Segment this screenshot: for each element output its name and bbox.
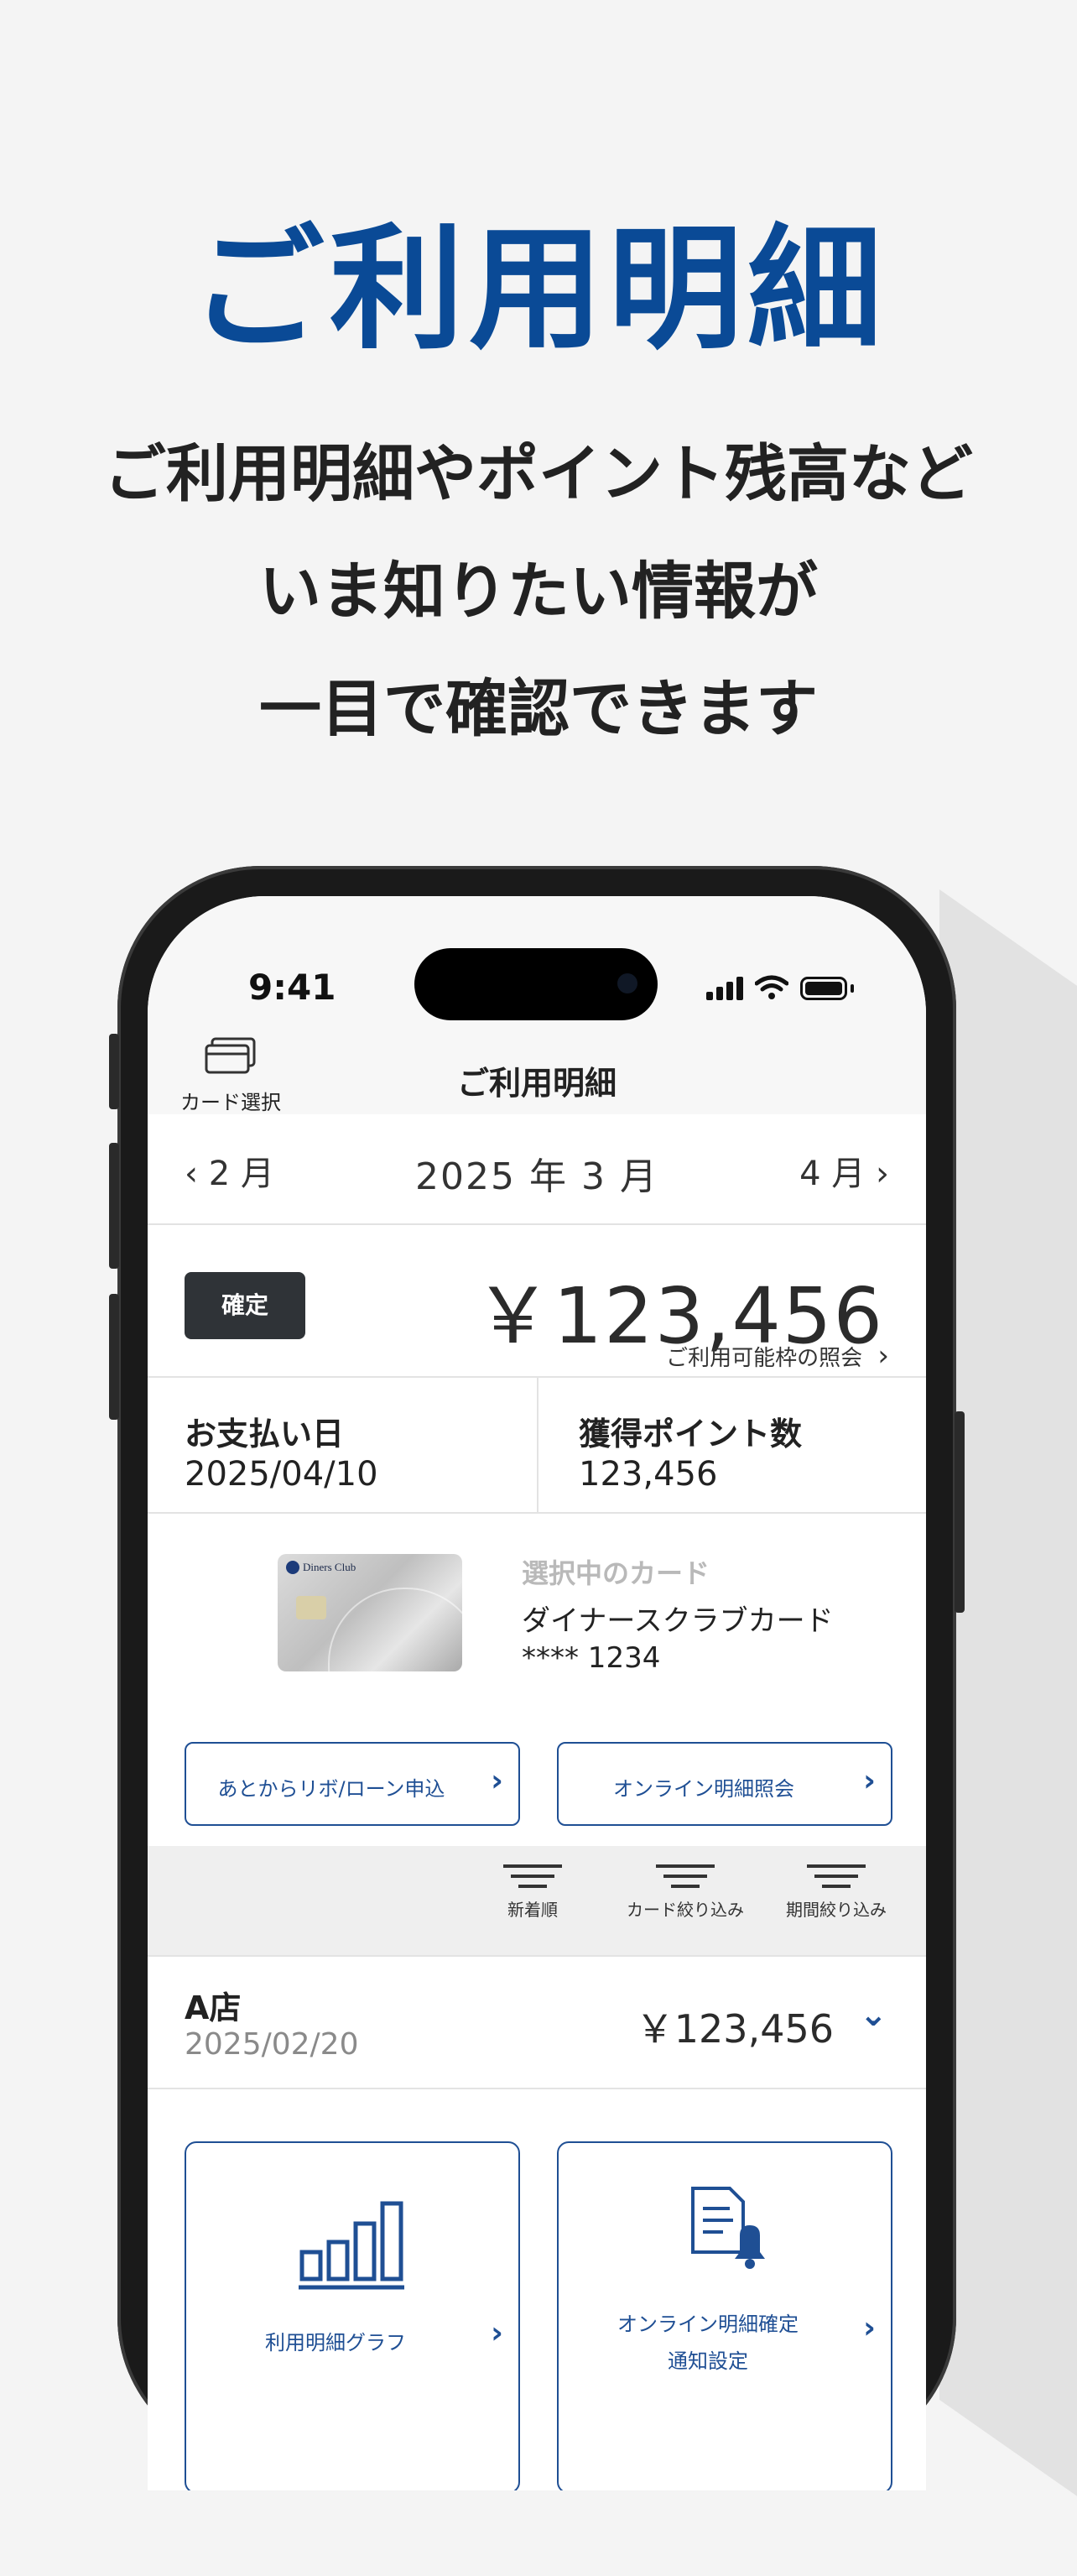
filter-label: 新着順	[507, 1900, 558, 1920]
promo-headline: ご利用明細	[190, 211, 887, 368]
pay-date-label: お支払い日	[185, 1416, 345, 1452]
promo-line-2: いま知りたい情報が	[259, 555, 818, 628]
card-brand-text: Diners Club	[303, 1561, 356, 1573]
bar-chart-icon	[299, 2201, 404, 2290]
filter-label: 期間絞り込み	[786, 1900, 887, 1920]
points-label: 獲得ポイント数	[579, 1416, 803, 1452]
phone-frame: 9:41 カード選択 ご利用明細 ‹ 2 月 2025 年 3 月 4 月 › …	[109, 866, 965, 2490]
chevron-right-icon: ›	[491, 1764, 503, 1798]
card-name: ダイナースクラブカード	[522, 1604, 834, 1638]
filter-bar: 新着順 カード絞り込み 期間絞り込み	[148, 1846, 926, 1957]
statement-notify-tile[interactable]: オンライン明細確定 通知設定 ›	[557, 2141, 892, 2490]
status-badge: 確定	[185, 1272, 305, 1339]
battery-icon	[800, 977, 847, 1000]
statement-summary: 確定 ￥123,456 ご利用可能枠の照会 ›	[148, 1225, 926, 1378]
pay-date-value: 2025/04/10	[185, 1455, 378, 1494]
next-month-button[interactable]: 4 月 ›	[799, 1146, 889, 1195]
usage-graph-label: 利用明細グラフ	[265, 2331, 406, 2354]
transaction-row[interactable]: A店 2025/02/20 ￥123,456 ⌄	[148, 1957, 926, 2089]
credit-limit-link[interactable]: ご利用可能枠の照会 ›	[666, 1339, 889, 1373]
phone-volume-down	[109, 1294, 119, 1420]
month-navigator: ‹ 2 月 2025 年 3 月 4 月 ›	[148, 1114, 926, 1225]
points-value: 123,456	[579, 1455, 718, 1494]
online-statement-button[interactable]: オンライン明細照会 ›	[557, 1742, 892, 1826]
chevron-right-icon: ›	[863, 1764, 876, 1798]
chevron-right-icon: ›	[876, 1155, 889, 1193]
card-number: **** 1234	[522, 1641, 661, 1675]
phone-side-button	[109, 1034, 119, 1109]
usage-graph-tile[interactable]: 利用明細グラフ ›	[185, 2141, 520, 2490]
period-filter-button[interactable]: 期間絞り込み	[773, 1864, 899, 1921]
chevron-right-icon: ›	[491, 2316, 503, 2350]
transaction-amount: ￥123,456	[635, 2006, 834, 2052]
chip-icon	[296, 1596, 326, 1619]
chevron-right-icon: ›	[863, 2311, 876, 2345]
filter-icon	[503, 1864, 562, 1888]
revo-loan-label: あとからリボ/ローン申込	[217, 1777, 445, 1801]
promo-line-3: 一目で確認できます	[259, 673, 818, 745]
credit-limit-label: ご利用可能枠の照会	[666, 1346, 863, 1371]
chevron-right-icon: ›	[877, 1339, 889, 1373]
shop-name: A店	[185, 1989, 242, 2026]
globe-icon	[328, 1588, 462, 1671]
next-month-label: 4 月	[799, 1155, 866, 1193]
transaction-date: 2025/02/20	[185, 2027, 359, 2062]
online-statement-label: オンライン明細照会	[613, 1777, 794, 1801]
status-icons	[706, 970, 854, 1000]
filter-label: カード絞り込み	[627, 1900, 744, 1920]
divider	[537, 1378, 538, 1512]
document-bell-icon	[691, 2187, 765, 2269]
status-time: 9:41	[248, 967, 336, 1008]
dynamic-island	[414, 948, 658, 1020]
app-screen: 9:41 カード選択 ご利用明細 ‹ 2 月 2025 年 3 月 4 月 › …	[148, 896, 926, 2490]
filter-icon	[807, 1864, 866, 1888]
selected-card-label: 選択中のカード	[522, 1557, 710, 1589]
screen-title: ご利用明細	[456, 1065, 617, 1102]
signal-icon	[706, 977, 743, 1000]
selected-card-block: Diners Club 選択中のカード ダイナースクラブカード **** 123…	[148, 1514, 926, 1826]
phone-shadow	[939, 889, 1077, 2576]
statement-notify-label-1: オンライン明細確定	[617, 2313, 799, 2336]
card-image: Diners Club	[278, 1554, 462, 1671]
sort-newest-button[interactable]: 新着順	[470, 1864, 596, 1921]
promo-line-1: ご利用明細やポイント残高など	[104, 438, 973, 510]
chevron-down-icon[interactable]: ⌄	[859, 1995, 887, 2034]
phone-volume-up	[109, 1143, 119, 1269]
card-filter-button[interactable]: カード絞り込み	[622, 1864, 748, 1921]
wifi-icon	[755, 975, 788, 999]
revo-loan-button[interactable]: あとからリボ/ローン申込 ›	[185, 1742, 520, 1826]
payment-info: お支払い日 2025/04/10 獲得ポイント数 123,456	[148, 1378, 926, 1514]
diners-logo-icon	[286, 1561, 299, 1574]
statement-notify-label-2: 通知設定	[668, 2349, 748, 2373]
phone-power-button	[955, 1411, 965, 1613]
filter-icon	[656, 1864, 715, 1888]
